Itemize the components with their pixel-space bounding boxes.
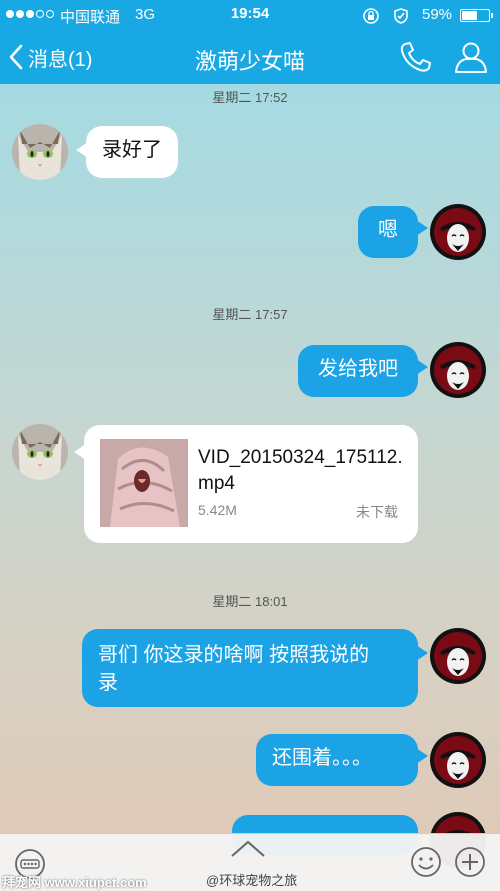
mask-avatar-icon [430, 204, 486, 260]
watermark-left: 拜宠网 www.xiupet.com [2, 875, 147, 890]
video-file-message[interactable]: VID_20150324_175112.mp4 5.42M 未下载 [84, 425, 418, 543]
message-line: 录 [98, 672, 118, 694]
my-avatar[interactable] [430, 204, 486, 260]
watermark-middle: @环球宠物之旅 [206, 873, 298, 888]
status-bar: 中国联通 3G 19:54 59% [0, 0, 500, 30]
cat-avatar-icon [12, 424, 68, 480]
message-bubble-outgoing[interactable]: 哥们 你这录的啥啊 按照我说的 录 [82, 629, 418, 707]
phone-icon[interactable] [398, 40, 434, 74]
message-bubble-incoming[interactable]: 录好了 [86, 126, 178, 178]
bubble-tail [416, 748, 428, 764]
message-bubble-outgoing[interactable]: 嗯 [358, 206, 418, 258]
emoji-icon[interactable] [410, 846, 442, 878]
timestamp: 星期二 17:52 [212, 90, 288, 105]
download-status: 未下载 [356, 504, 398, 520]
profile-icon[interactable] [452, 40, 490, 74]
bubble-tail [416, 220, 428, 236]
chat-header: 消息(1) 激萌少女喵 [0, 30, 500, 84]
input-toolbar: 拜宠网 www.xiupet.com @环球宠物之旅 [0, 833, 500, 891]
message-bubble-outgoing[interactable]: 发给我吧 [298, 345, 418, 397]
message-bubble-outgoing[interactable]: 还围着。。。 [256, 734, 418, 786]
message-line: 哥们 你这录的啥啊 按照我说的 [98, 644, 370, 666]
bubble-tail [416, 359, 428, 375]
timestamp: 星期二 18:01 [212, 594, 288, 609]
contact-avatar[interactable] [12, 124, 68, 180]
mask-avatar-icon [430, 342, 486, 398]
battery-percent: 59% [422, 6, 453, 23]
contact-avatar[interactable] [12, 424, 68, 480]
battery-icon [460, 9, 493, 22]
rotation-lock-icon [363, 8, 379, 24]
cat-avatar-icon [12, 124, 68, 180]
file-size: 5.42M [198, 502, 237, 518]
mask-avatar-icon [430, 628, 486, 684]
plus-icon[interactable] [454, 846, 486, 878]
mask-avatar-icon [430, 732, 486, 788]
file-name: VID_20150324_175112.mp4 [198, 447, 403, 494]
chevron-up-icon[interactable] [226, 836, 270, 862]
my-avatar[interactable] [430, 732, 486, 788]
my-avatar[interactable] [430, 628, 486, 684]
bubble-tail [416, 645, 428, 661]
my-avatar[interactable] [430, 342, 486, 398]
timestamp: 星期二 17:57 [212, 307, 288, 322]
video-thumbnail[interactable] [100, 439, 188, 527]
location-icon [394, 8, 408, 24]
